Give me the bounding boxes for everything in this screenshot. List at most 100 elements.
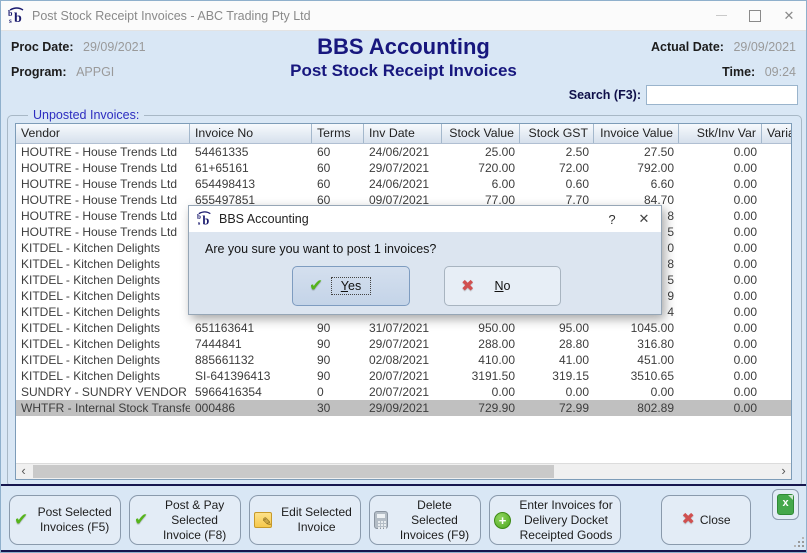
dialog-title: BBS Accounting <box>219 212 309 226</box>
cell-stk_inv_var: 0.00 <box>679 384 762 400</box>
cell-inv_date: 29/07/2021 <box>364 336 442 352</box>
group-label: Unposted Invoices: <box>28 108 144 122</box>
cell-vendor: HOUTRE - House Trends Ltd <box>16 176 190 192</box>
horizontal-scrollbar[interactable] <box>16 463 791 479</box>
cell-variance <box>762 352 791 368</box>
edit-selected-invoice-button[interactable]: Edit Selected Invoice <box>249 495 361 545</box>
col-header-terms[interactable]: Terms <box>312 124 364 143</box>
scrollbar-thumb[interactable] <box>33 465 554 478</box>
table-row[interactable]: KITDEL - Kitchen Delights74448419029/07/… <box>16 336 791 352</box>
button-label: Delete Selected Invoices (F9) <box>393 498 476 543</box>
cell-vendor: SUNDRY - SUNDRY VENDOR <box>16 384 190 400</box>
table-row[interactable]: KITDEL - Kitchen Delights8856611329002/0… <box>16 352 791 368</box>
cell-invoice_value: 27.50 <box>594 144 679 160</box>
export-excel-button[interactable] <box>772 489 799 520</box>
resize-grip[interactable] <box>794 537 804 547</box>
no-button[interactable]: No <box>444 266 561 306</box>
cell-stock_value: 6.00 <box>442 176 520 192</box>
table-row[interactable]: HOUTRE - House Trends Ltd61+651616029/07… <box>16 160 791 176</box>
time-value: 09:24 <box>765 65 796 79</box>
cell-invoice_no: 651163641 <box>190 320 312 336</box>
close-button[interactable]: Close <box>661 495 751 545</box>
cell-stk_inv_var: 0.00 <box>679 352 762 368</box>
cell-stk_inv_var: 0.00 <box>679 144 762 160</box>
cell-invoice_no: 654498413 <box>190 176 312 192</box>
cell-variance <box>762 400 791 416</box>
post-and-pay-button[interactable]: Post & Pay Selected Invoice (F8) <box>129 495 241 545</box>
col-header-invoice-value[interactable]: Invoice Value <box>594 124 679 143</box>
help-icon[interactable]: ? <box>597 212 627 227</box>
dialog-title-bar: b s b BBS Accounting ? <box>189 206 661 232</box>
post-selected-invoices-button[interactable]: Post Selected Invoices (F5) <box>9 495 121 545</box>
scroll-right-icon[interactable] <box>776 464 791 479</box>
cell-invoice_value: 451.00 <box>594 352 679 368</box>
yes-button[interactable]: Yes <box>292 266 410 306</box>
cell-terms: 90 <box>312 336 364 352</box>
scroll-left-icon[interactable] <box>16 464 31 479</box>
col-header-vendor[interactable]: Vendor <box>16 124 190 143</box>
table-row[interactable]: SUNDRY - SUNDRY VENDOR5966416354020/07/2… <box>16 384 791 400</box>
cell-stock_value: 729.90 <box>442 400 520 416</box>
cell-variance <box>762 144 791 160</box>
cell-vendor: KITDEL - Kitchen Delights <box>16 256 190 272</box>
col-header-stk-inv-var[interactable]: Stk/Inv Var <box>679 124 762 143</box>
dialog-message: Are you sure you want to post 1 invoices… <box>205 242 436 256</box>
cell-stk_inv_var: 0.00 <box>679 208 762 224</box>
col-header-inv-date[interactable]: Inv Date <box>364 124 442 143</box>
red-x-icon <box>461 276 474 296</box>
cell-inv_date: 20/07/2021 <box>364 384 442 400</box>
delete-selected-invoices-button[interactable]: Delete Selected Invoices (F9) <box>369 495 481 545</box>
table-row[interactable]: WHTFR - Internal Stock Transfer000486302… <box>16 400 791 416</box>
cell-variance <box>762 224 791 240</box>
title-bar: b s b Post Stock Receipt Invoices - ABC … <box>1 1 806 31</box>
cell-terms: 60 <box>312 176 364 192</box>
cell-terms: 60 <box>312 144 364 160</box>
maximize-icon[interactable] <box>738 1 772 30</box>
check-icon <box>309 276 323 296</box>
cell-variance <box>762 288 791 304</box>
red-x-icon <box>681 510 694 530</box>
cell-variance <box>762 320 791 336</box>
cell-variance <box>762 304 791 320</box>
minimize-icon[interactable] <box>704 1 738 30</box>
svg-text:s: s <box>198 220 201 227</box>
col-header-invoice-no[interactable]: Invoice No <box>190 124 312 143</box>
table-row[interactable]: HOUTRE - House Trends Ltd544613356024/06… <box>16 144 791 160</box>
col-header-variance[interactable]: Varia <box>762 124 791 143</box>
cell-variance <box>762 368 791 384</box>
cell-stk_inv_var: 0.00 <box>679 176 762 192</box>
table-row[interactable]: KITDEL - Kitchen Delights6511636419031/0… <box>16 320 791 336</box>
close-icon[interactable] <box>772 1 806 30</box>
cell-vendor: KITDEL - Kitchen Delights <box>16 368 190 384</box>
cell-stock_gst: 319.15 <box>520 368 594 384</box>
cell-vendor: HOUTRE - House Trends Ltd <box>16 208 190 224</box>
cell-vendor: HOUTRE - House Trends Ltd <box>16 144 190 160</box>
cell-vendor: WHTFR - Internal Stock Transfer <box>16 400 190 416</box>
col-header-stock-gst[interactable]: Stock GST <box>520 124 594 143</box>
cell-stk_inv_var: 0.00 <box>679 272 762 288</box>
plus-circle-icon <box>494 512 511 529</box>
cell-invoice_value: 316.80 <box>594 336 679 352</box>
button-label: Post & Pay Selected Invoice (F8) <box>153 498 236 543</box>
cell-vendor: HOUTRE - House Trends Ltd <box>16 192 190 208</box>
app-window: b s b Post Stock Receipt Invoices - ABC … <box>0 0 807 553</box>
col-header-stock-value[interactable]: Stock Value <box>442 124 520 143</box>
table-row[interactable]: KITDEL - Kitchen DelightsSI-641396413902… <box>16 368 791 384</box>
cell-variance <box>762 176 791 192</box>
enter-invoices-delivery-docket-button[interactable]: Enter Invoices for Delivery Docket Recei… <box>489 495 621 545</box>
cell-stock_value: 950.00 <box>442 320 520 336</box>
cell-stock_value: 0.00 <box>442 384 520 400</box>
yes-button-label: Yes <box>332 278 370 294</box>
cell-terms: 90 <box>312 368 364 384</box>
window-title: Post Stock Receipt Invoices - ABC Tradin… <box>32 9 311 23</box>
cell-inv_date: 24/06/2021 <box>364 176 442 192</box>
cell-invoice_no: 7444841 <box>190 336 312 352</box>
cell-vendor: KITDEL - Kitchen Delights <box>16 336 190 352</box>
svg-text:b: b <box>14 11 22 25</box>
cell-invoice_value: 1045.00 <box>594 320 679 336</box>
search-input[interactable] <box>646 85 798 105</box>
confirm-dialog: b s b BBS Accounting ? Are you sure you … <box>188 205 662 315</box>
dialog-close-icon[interactable] <box>627 210 661 228</box>
table-row[interactable]: HOUTRE - House Trends Ltd6544984136024/0… <box>16 176 791 192</box>
cell-variance <box>762 336 791 352</box>
